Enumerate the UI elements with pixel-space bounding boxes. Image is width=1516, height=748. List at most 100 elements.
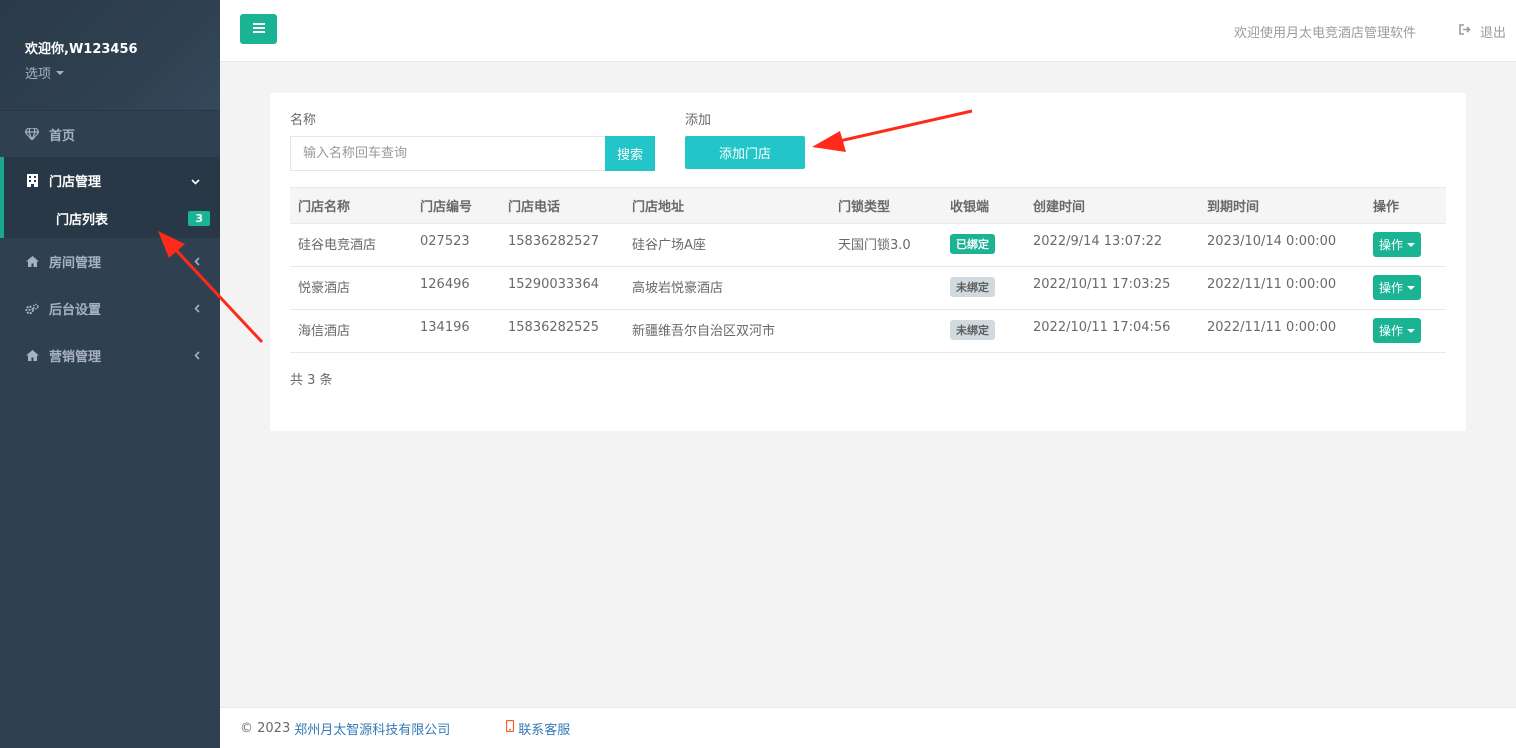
user-welcome: 欢迎你,W123456	[25, 42, 138, 57]
search-button[interactable]: 搜索	[605, 136, 655, 171]
store-address-cell: 新疆维吾尔自治区双河市	[624, 309, 830, 353]
action-label: 操作	[1379, 281, 1404, 295]
sidebar-item-store-management[interactable]: 门店管理	[4, 157, 220, 204]
caret-down-icon	[56, 70, 65, 75]
store-address-cell: 高坡岩悦豪酒店	[624, 266, 830, 310]
created-time-cell: 2022/10/11 17:04:56	[1025, 309, 1199, 353]
chevron-down-icon	[191, 174, 200, 188]
table-row: 海信酒店 134196 15836282525 新疆维吾尔自治区双河市 未绑定 …	[290, 309, 1446, 353]
pos-cell: 已绑定	[942, 223, 1025, 267]
chevron-left-icon	[194, 349, 200, 363]
action-dropdown-button[interactable]: 操作	[1373, 318, 1422, 343]
gears-icon	[25, 302, 39, 316]
column-header: 门店地址	[624, 187, 830, 224]
lock-type-cell: 天国门锁3.0	[830, 223, 942, 267]
status-badge: 未绑定	[950, 320, 995, 340]
table-row: 悦豪酒店 126496 15290033364 高坡岩悦豪酒店 未绑定 2022…	[290, 266, 1446, 310]
logout-label: 退出	[1479, 26, 1506, 41]
created-time-cell: 2022/10/11 17:03:25	[1025, 266, 1199, 310]
name-label: 名称	[290, 113, 317, 128]
sidebar-item-label: 营销管理	[49, 350, 102, 365]
sidebar-group-store: 门店管理 门店列表 3	[0, 157, 220, 238]
chevron-left-icon	[194, 302, 200, 316]
store-phone-cell: 15290033364	[500, 266, 624, 310]
store-name-cell: 硅谷电竞酒店	[290, 223, 412, 267]
store-list-panel: 名称 搜索 添加 添加门店 门店名称 门店编号 门店电话 门店地址 门锁类型 收…	[270, 93, 1466, 431]
sign-out-icon	[1459, 24, 1472, 39]
company-link[interactable]: 郑州月太智源科技有限公司	[294, 719, 450, 738]
customer-service-link[interactable]: 联系客服	[506, 719, 570, 738]
store-code-cell: 126496	[412, 266, 500, 310]
add-label: 添加	[685, 113, 712, 128]
store-code-cell: 027523	[412, 223, 500, 267]
caret-down-icon	[1407, 242, 1416, 247]
sidebar: 欢迎你,W123456 选项 首页 门店管理 门店列表 3 房间管理 后台设置 …	[0, 0, 220, 748]
copyright-text: © 2023	[240, 720, 291, 736]
footer: © 2023 郑州月太智源科技有限公司 联系客服	[220, 707, 1516, 748]
lock-type-cell	[830, 309, 942, 353]
sidebar-item-label: 后台设置	[49, 303, 102, 318]
store-name-cell: 悦豪酒店	[290, 266, 412, 310]
status-badge: 已绑定	[950, 234, 995, 254]
chevron-left-icon	[194, 255, 200, 269]
column-header: 收银端	[942, 187, 1025, 224]
sidebar-subitem-label: 门店列表	[56, 212, 109, 228]
expire-time-cell: 2022/11/11 0:00:00	[1199, 309, 1365, 353]
options-dropdown[interactable]: 选项	[25, 63, 195, 82]
home-icon	[25, 255, 39, 269]
action-cell: 操作	[1365, 309, 1446, 353]
column-header: 门店电话	[500, 187, 624, 224]
sidebar-item-label: 房间管理	[49, 256, 102, 271]
sidebar-item-home[interactable]: 首页	[0, 110, 220, 157]
welcome-message: 欢迎使用月太电竞酒店管理软件	[1233, 26, 1416, 41]
action-label: 操作	[1379, 238, 1404, 252]
count-badge: 3	[188, 210, 210, 226]
store-code-cell: 134196	[412, 309, 500, 353]
caret-down-icon	[1407, 328, 1416, 333]
top-navbar: 欢迎使用月太电竞酒店管理软件 退出	[220, 0, 1516, 62]
add-store-button[interactable]: 添加门店	[685, 136, 805, 169]
column-header: 门店名称	[290, 187, 412, 224]
action-cell: 操作	[1365, 266, 1446, 310]
store-phone-cell: 15836282527	[500, 223, 624, 267]
pos-cell: 未绑定	[942, 266, 1025, 310]
action-cell: 操作	[1365, 223, 1446, 267]
store-phone-cell: 15836282525	[500, 309, 624, 353]
column-header: 操作	[1365, 187, 1446, 224]
diamond-icon	[25, 127, 39, 141]
caret-down-icon	[1407, 285, 1416, 290]
action-dropdown-button[interactable]: 操作	[1373, 275, 1422, 300]
profile-header: 欢迎你,W123456 选项	[0, 0, 220, 110]
expire-time-cell: 2022/11/11 0:00:00	[1199, 266, 1365, 310]
status-badge: 未绑定	[950, 277, 995, 297]
logout-link[interactable]: 退出	[1459, 22, 1506, 41]
table-header-row: 门店名称 门店编号 门店电话 门店地址 门锁类型 收银端 创建时间 到期时间 操…	[290, 187, 1446, 224]
total-count: 共 3 条	[290, 373, 333, 388]
store-name-cell: 海信酒店	[290, 309, 412, 353]
sidebar-item-label: 门店管理	[49, 175, 102, 190]
pos-cell: 未绑定	[942, 309, 1025, 353]
store-address-cell: 硅谷广场A座	[624, 223, 830, 267]
search-input[interactable]	[290, 136, 606, 171]
sidebar-subitem-store-list[interactable]: 门店列表 3	[4, 198, 220, 238]
column-header: 创建时间	[1025, 187, 1199, 224]
hamburger-icon	[252, 22, 265, 37]
home-icon	[25, 349, 39, 363]
sidebar-item-label: 首页	[49, 128, 76, 144]
created-time-cell: 2022/9/14 13:07:22	[1025, 223, 1199, 267]
column-header: 到期时间	[1199, 187, 1365, 224]
lock-type-cell	[830, 266, 942, 310]
sidebar-item-backend-settings[interactable]: 后台设置	[0, 285, 220, 332]
expire-time-cell: 2023/10/14 0:00:00	[1199, 223, 1365, 267]
sidebar-item-room-management[interactable]: 房间管理	[0, 238, 220, 285]
column-header: 门店编号	[412, 187, 500, 224]
column-header: 门锁类型	[830, 187, 942, 224]
store-table: 门店名称 门店编号 门店电话 门店地址 门锁类型 收银端 创建时间 到期时间 操…	[290, 187, 1446, 353]
service-label: 联系客服	[518, 722, 571, 738]
menu-toggle-button[interactable]	[240, 14, 277, 44]
sidebar-item-marketing-management[interactable]: 营销管理	[0, 332, 220, 379]
action-label: 操作	[1379, 324, 1404, 338]
building-icon	[25, 174, 39, 188]
mobile-phone-icon	[506, 719, 515, 736]
action-dropdown-button[interactable]: 操作	[1373, 232, 1422, 257]
